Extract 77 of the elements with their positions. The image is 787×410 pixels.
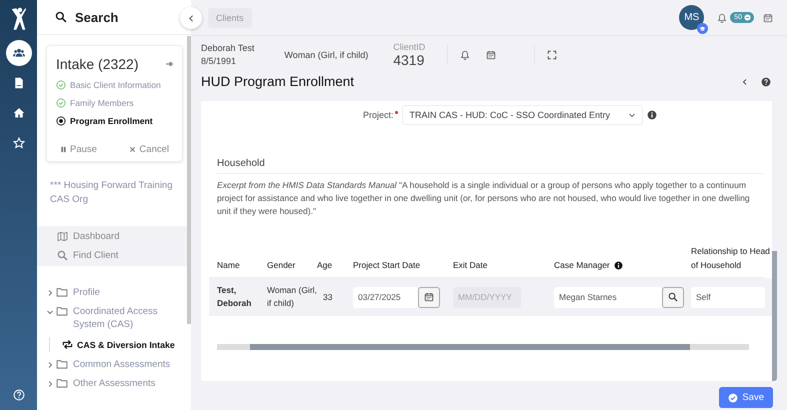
star-icon — [12, 137, 24, 149]
calendar-icon — [424, 292, 434, 302]
info-icon[interactable] — [647, 110, 658, 120]
search-icon — [57, 250, 68, 261]
project-label: Project: — [362, 110, 398, 120]
person-logo-icon — [10, 6, 28, 32]
scrollbar[interactable] — [187, 36, 191, 324]
section-heading: Household — [217, 158, 763, 174]
help-icon[interactable] — [761, 76, 771, 86]
calendar-button[interactable] — [418, 286, 440, 308]
client-id-label: ClientID — [393, 42, 426, 52]
folder-icon — [56, 286, 68, 298]
search-icon — [55, 11, 67, 23]
fullscreen-icon[interactable] — [547, 50, 558, 60]
save-button[interactable]: Save — [719, 387, 773, 408]
tree-folder-item[interactable]: Other Assessments — [46, 377, 183, 390]
tree-item[interactable]: CAS & Diversion Intake — [62, 339, 183, 350]
help-icon[interactable] — [12, 389, 24, 401]
calendar-icon[interactable] — [486, 50, 496, 60]
people-nav-button[interactable] — [6, 40, 32, 66]
pin-icon[interactable] — [165, 60, 173, 68]
people-icon — [12, 47, 24, 59]
bell-icon[interactable] — [460, 50, 470, 60]
scrollbar[interactable] — [217, 344, 749, 350]
check-circle-icon — [728, 392, 738, 402]
column-header: Name — [217, 259, 241, 272]
cycle-arrows-icon — [62, 339, 73, 350]
column-header: Age — [317, 259, 334, 272]
start-date-field[interactable]: 03/27/2025 — [353, 286, 418, 308]
chevron-left-icon — [186, 14, 196, 22]
minus-circle-icon — [744, 14, 751, 21]
tree-folder-item[interactable]: Coordinated Access System (CAS) — [46, 305, 183, 331]
close-icon — [129, 146, 136, 153]
column-header: Relationship to Head of Household — [691, 245, 771, 272]
bell-icon[interactable] — [717, 12, 728, 22]
column-header: Exit Date — [453, 259, 488, 272]
cancel-button[interactable]: Cancel — [129, 144, 169, 155]
organization-name: *** Housing Forward Training CAS Org — [50, 179, 174, 207]
pause-button[interactable]: Pause — [60, 144, 97, 155]
step-link[interactable]: Program Enrollment — [70, 116, 153, 126]
pause-icon — [60, 146, 67, 153]
case-manager-field[interactable]: Megan Starnes — [554, 286, 662, 308]
column-header: Gender — [267, 259, 296, 272]
column-header: Project Start Date — [353, 259, 422, 272]
dashboard-link[interactable]: Dashboard — [57, 231, 191, 242]
breadcrumb-link[interactable]: Clients — [208, 8, 252, 28]
client-name: Deborah Test — [201, 42, 254, 55]
info-icon[interactable] — [614, 260, 623, 270]
search-icon — [668, 292, 678, 302]
folder-icon — [56, 358, 68, 370]
project-select[interactable]: TRAIN CAS - HUD: CoC - SSO Coordinated Entry — [402, 105, 644, 125]
column-header: Case Manager — [554, 259, 610, 272]
map-icon — [57, 231, 68, 242]
client-birthdate: 8/5/1991 — [201, 55, 238, 68]
table-cell: Woman (Girl, if child) — [267, 284, 317, 310]
client-id: 4319 — [393, 52, 426, 68]
tree-folder-item[interactable]: Profile — [46, 286, 183, 299]
search-button[interactable]: Search — [55, 10, 118, 24]
chevron-down-icon — [628, 111, 636, 119]
household-definition: Excerpt from the HMIS Data Standards Manual "A household is a single individual or a group of persons who apply together to a continuum project for assistance and who live together in one dwelling unit (or, for persons who are not housed, who would live together in one dwelling unit if they were housed)." — [217, 179, 751, 218]
folder-icon — [56, 305, 68, 317]
step-link[interactable]: Basic Client Information — [70, 80, 161, 90]
calendar-icon[interactable] — [763, 12, 773, 22]
table-cell-text: Test, Deborah — [217, 284, 252, 310]
chevron-left-icon[interactable] — [741, 78, 749, 86]
step-link[interactable]: Family Members — [70, 98, 134, 108]
page-title: HUD Program Enrollment — [201, 74, 354, 89]
folder-icon — [56, 377, 68, 389]
find-client-link[interactable]: Find Client — [57, 250, 191, 261]
search-button[interactable] — [662, 286, 684, 308]
workflow-title: Intake (2322) — [56, 56, 138, 72]
home-icon — [12, 107, 24, 119]
client-gender: Woman (Girl, if child) — [284, 50, 368, 60]
tree-folder-item[interactable]: Common Assessments — [46, 358, 183, 371]
table-cell-text: 33 — [322, 290, 334, 304]
relationship-field[interactable]: Self — [691, 286, 765, 308]
document-icon — [12, 77, 24, 89]
